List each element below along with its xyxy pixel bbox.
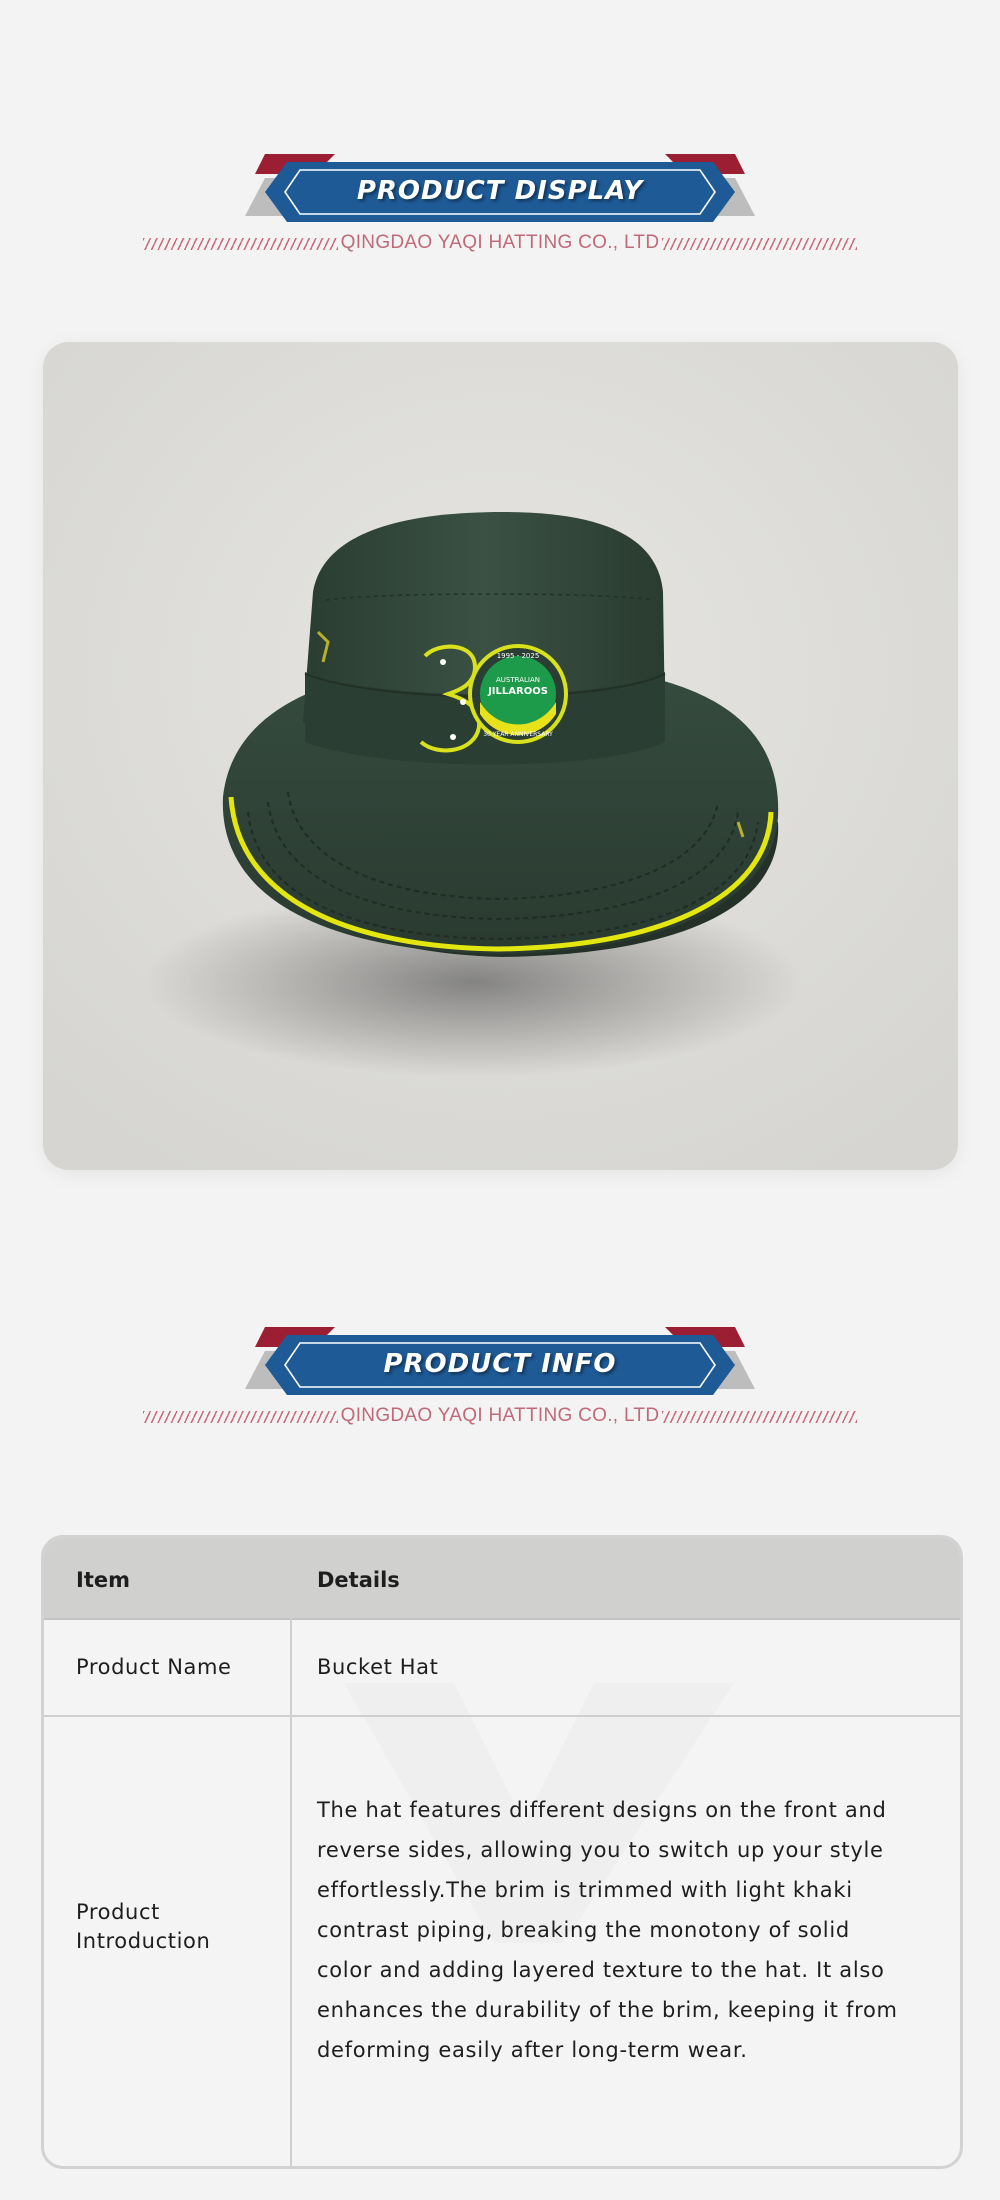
header-item: Item	[76, 1568, 130, 1592]
product-photo: 1995 - 2025 AUSTRALIAN JILLAROOS 30 YEAR…	[43, 342, 958, 1170]
row-label-line: Introduction	[76, 1929, 211, 1953]
row-label-line: Product	[76, 1900, 160, 1924]
column-divider	[290, 1538, 292, 2166]
decorative-hatch-right	[662, 238, 857, 250]
section-banner: PRODUCT INFO	[245, 1325, 755, 1405]
row-label-product-introduction: Product Introduction	[76, 1898, 210, 1956]
row-value-product-introduction: The hat features different designs on th…	[317, 1790, 952, 2070]
intro-line: contrast piping, breaking the monotony o…	[317, 1918, 850, 1942]
bucket-hat-image: 1995 - 2025 AUSTRALIAN JILLAROOS 30 YEAR…	[43, 342, 958, 1170]
row-divider	[44, 1715, 960, 1717]
section-title: PRODUCT DISPLAY	[356, 176, 644, 206]
logo-year-text: 1995 - 2025	[497, 652, 540, 660]
intro-line: enhances the durability of the brim, kee…	[317, 1998, 898, 2022]
section-banner: PRODUCT DISPLAY	[245, 152, 755, 232]
logo-anniversary-text: 30 YEAR ANNIVERSARY	[483, 731, 553, 738]
product-info-table: Item Details Product Name Bucket Hat Pro…	[41, 1535, 963, 2169]
decorative-hatch-right	[662, 1411, 857, 1423]
logo-line1-text: AUSTRALIAN	[496, 676, 540, 684]
intro-line: The hat features different designs on th…	[317, 1798, 887, 1822]
intro-line: deforming easily after long-term wear.	[317, 2038, 748, 2062]
row-value-product-name: Bucket Hat	[317, 1655, 439, 1679]
intro-line: color and adding layered texture to the …	[317, 1958, 885, 1982]
intro-line: effortlessly.The brim is trimmed with li…	[317, 1878, 853, 1902]
table-header-row	[44, 1538, 960, 1620]
header-details: Details	[317, 1568, 400, 1592]
logo-line2-text: JILLAROOS	[487, 686, 548, 697]
section-title: PRODUCT INFO	[383, 1349, 617, 1379]
row-label-product-name: Product Name	[76, 1655, 232, 1679]
intro-line: reverse sides, allowing you to switch up…	[317, 1838, 884, 1862]
